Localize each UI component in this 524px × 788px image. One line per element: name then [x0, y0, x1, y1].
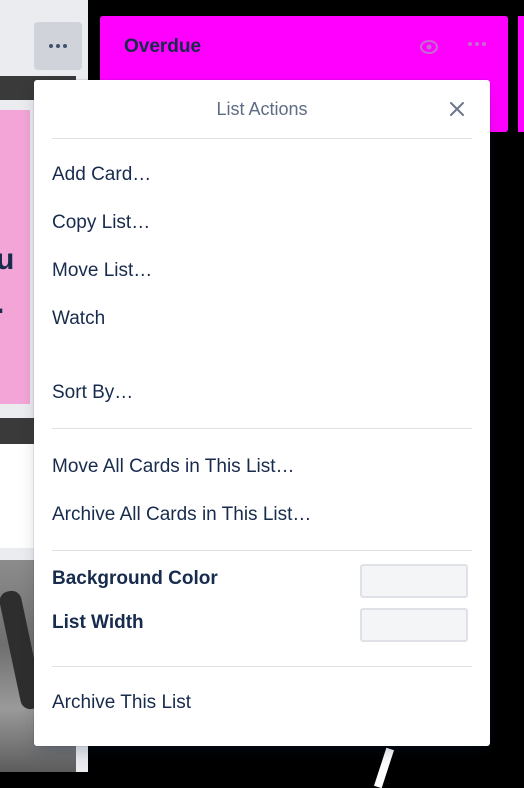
close-icon[interactable]	[444, 96, 470, 122]
watch-eye-icon	[418, 36, 440, 58]
watch-action[interactable]: Watch	[52, 308, 105, 330]
more-icon	[468, 42, 486, 46]
popover-title: List Actions	[216, 99, 308, 119]
list-actions-popover: List Actions Add Card… Copy List… Move L…	[34, 80, 490, 746]
copy-list-action[interactable]: Copy List…	[52, 212, 150, 234]
list-menu-button[interactable]	[34, 22, 82, 70]
card[interactable]: u.	[0, 110, 30, 404]
list-width-label: List Width	[52, 612, 144, 633]
divider	[52, 550, 472, 551]
next-list-edge	[518, 16, 524, 132]
background-decoration	[374, 747, 394, 788]
divider	[52, 138, 472, 139]
card-title: u.	[0, 243, 15, 320]
divider	[52, 428, 472, 429]
divider	[52, 666, 472, 667]
list-menu-button[interactable]	[468, 42, 486, 46]
move-all-cards-action[interactable]: Move All Cards in This List…	[52, 456, 295, 478]
archive-all-cards-action[interactable]: Archive All Cards in This List…	[52, 504, 311, 526]
add-card-action[interactable]: Add Card…	[52, 164, 151, 186]
sort-by-action[interactable]: Sort By…	[52, 382, 133, 404]
archive-list-action[interactable]: Archive This List	[52, 692, 191, 714]
more-icon	[49, 44, 67, 48]
background-color-select[interactable]	[360, 564, 468, 598]
list-width-select[interactable]	[360, 608, 468, 642]
list-title[interactable]: Overdue	[124, 36, 201, 58]
background-color-label: Background Color	[52, 568, 218, 589]
move-list-action[interactable]: Move List…	[52, 260, 152, 282]
